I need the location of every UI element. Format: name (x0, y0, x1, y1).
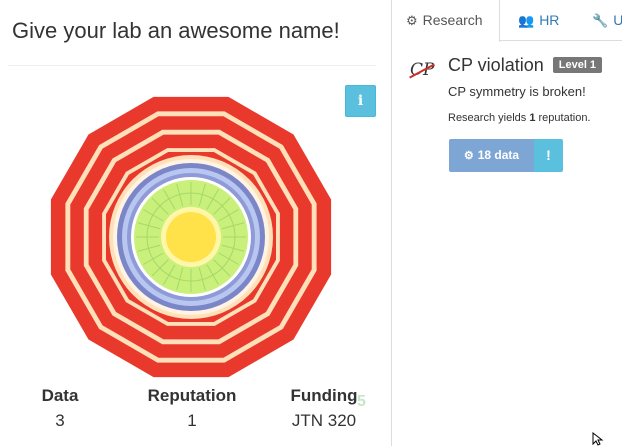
stat-data: Data 3 (0, 386, 120, 431)
cp-violation-icon: CP (409, 60, 435, 80)
sidebar-panel: ⚙ Research 👥 HR 🔧 Up CP CP violation Level … (392, 0, 622, 446)
yield-suffix: reputation. (535, 112, 591, 124)
lab-panel: Give your lab an awesome name! i Data 3 … (0, 0, 391, 446)
floating-increment: 5 (357, 393, 366, 410)
stat-reputation-value: 1 (187, 411, 197, 430)
info-button[interactable]: i (345, 85, 376, 117)
level-badge: Level 1 (552, 57, 603, 73)
tab-upgrades[interactable]: 🔧 Up (592, 0, 622, 41)
stat-funding-value: JTN 320 (291, 411, 357, 430)
research-button[interactable]: ⚙ 18 data (449, 139, 534, 172)
yield-prefix: Research yields (448, 112, 530, 124)
stat-data-value: 3 (55, 411, 65, 430)
lab-stats: Data 3 Reputation 1 Funding JTN 320 (0, 386, 391, 446)
research-title: CP violation Level 1 (448, 55, 603, 76)
stat-funding: Funding JTN 320 (264, 386, 384, 431)
tab-hr-label: HR (539, 12, 560, 28)
users-icon: 👥 (518, 13, 535, 28)
detector-icon[interactable] (46, 92, 336, 382)
lab-name-title[interactable]: Give your lab an awesome name! (12, 18, 340, 44)
research-description: CP symmetry is broken! (448, 84, 586, 99)
research-yield: Research yields 1 reputation. (448, 112, 591, 124)
stat-funding-label: Funding (290, 386, 358, 405)
mouse-cursor-icon (592, 432, 604, 446)
tab-upgrades-label: Up (613, 12, 622, 28)
gears-icon: ⚙ (463, 150, 474, 162)
stat-reputation-label: Reputation (147, 386, 237, 405)
tab-research[interactable]: ⚙ Research (392, 0, 500, 42)
tab-hr[interactable]: 👥 HR (518, 0, 559, 41)
research-cost: 18 data (477, 148, 520, 162)
research-name: CP violation (448, 55, 544, 75)
title-divider (8, 65, 376, 66)
tab-bar: ⚙ Research 👥 HR 🔧 Up (392, 0, 622, 42)
research-info-button[interactable]: ! (534, 139, 563, 172)
stat-data-label: Data (41, 386, 79, 405)
tab-research-label: Research (422, 12, 483, 28)
wrench-icon: 🔧 (592, 13, 609, 28)
gears-icon: ⚙ (406, 13, 418, 28)
stat-reputation: Reputation 1 (132, 386, 252, 431)
